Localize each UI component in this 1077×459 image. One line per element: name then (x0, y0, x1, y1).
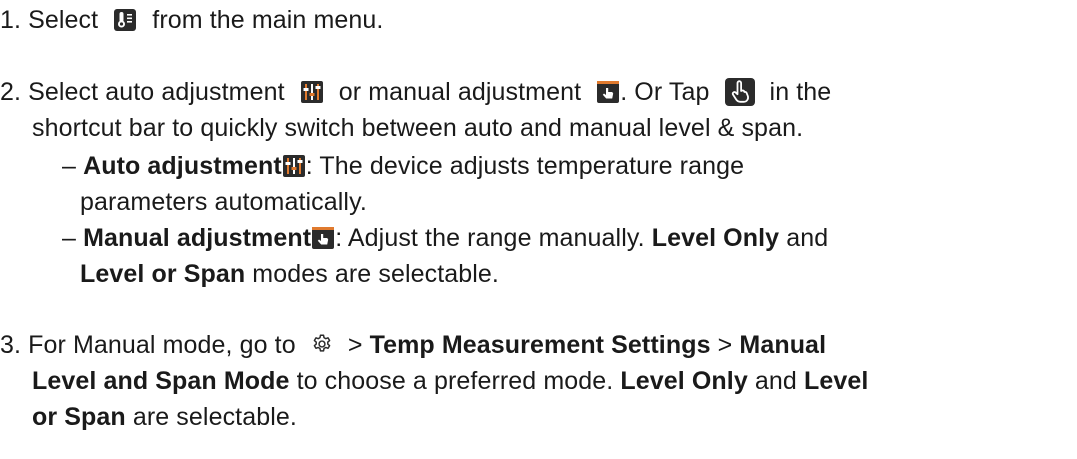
bullet-dash: – (62, 152, 77, 180)
bullet-manual-line-2: Level or Span modes are selectable. (80, 256, 499, 292)
manual-adjustment-icon (596, 80, 620, 104)
step-text: Select (28, 6, 99, 34)
bullet-text: : Adjust the range manually. (335, 224, 645, 252)
bullet-text: : The device adjusts temperature range (305, 152, 745, 180)
thermometer-icon (113, 8, 137, 32)
step-text: are selectable. (132, 403, 297, 431)
step-text: from the main menu. (152, 6, 384, 34)
path-separator: > (347, 331, 363, 359)
menu-path: Manual (739, 331, 827, 359)
mode-name: Level or Span (80, 260, 246, 288)
auto-adjustment-icon (300, 80, 324, 104)
auto-adjustment-icon (282, 154, 306, 178)
mode-name: or Span (32, 403, 126, 431)
mode-name: Level Only (651, 224, 780, 252)
step-1: 1. Select from the main menu. (0, 2, 383, 38)
bullet-term: Auto adjustment (83, 152, 282, 180)
bullet-text: modes are selectable. (252, 260, 499, 288)
step-3-line-2: Level and Span Mode to choose a preferre… (32, 363, 868, 399)
bullet-dash: – (62, 224, 77, 252)
step-2-line-2: shortcut bar to quickly switch between a… (32, 110, 803, 146)
gear-icon (311, 333, 333, 355)
step-3-line-3: or Span are selectable. (32, 399, 297, 435)
mode-name: Level (803, 367, 869, 395)
step-text: to choose a preferred mode. (296, 367, 614, 395)
bullet-text: parameters automatically. (80, 188, 367, 216)
step-text: For Manual mode, go to (28, 331, 296, 359)
step-text: and (754, 367, 797, 395)
bullet-auto-line-1: – Auto adjustment : The device adjusts t… (62, 148, 744, 184)
tap-hand-icon (724, 78, 755, 106)
step-number: 1. (0, 6, 22, 34)
path-separator: > (717, 331, 733, 359)
bullet-manual-line-1: – Manual adjustment : Adjust the range m… (62, 220, 828, 256)
step-text: in the (769, 78, 832, 106)
step-text: Select auto adjustment (28, 78, 285, 106)
step-number: 2. (0, 78, 22, 106)
step-number: 3. (0, 331, 22, 359)
menu-path: Level and Span Mode (32, 367, 290, 395)
step-text: or manual adjustment (338, 78, 582, 106)
step-text: shortcut bar to quickly switch between a… (32, 114, 804, 142)
mode-name: Level Only (620, 367, 748, 395)
instruction-document: 1. Select from the main menu. 2. Select … (0, 0, 1077, 459)
step-text: . Or Tap (620, 78, 710, 106)
bullet-term: Manual adjustment (83, 224, 312, 252)
step-3-line-1: 3. For Manual mode, go to > Temp Measure… (0, 327, 826, 363)
bullet-auto-line-2: parameters automatically. (80, 184, 367, 220)
menu-path: Temp Measurement Settings (369, 331, 711, 359)
step-2-line-1: 2. Select auto adjustment or manual adju… (0, 74, 831, 110)
manual-adjustment-icon (311, 226, 335, 250)
bullet-text: and (786, 224, 829, 252)
